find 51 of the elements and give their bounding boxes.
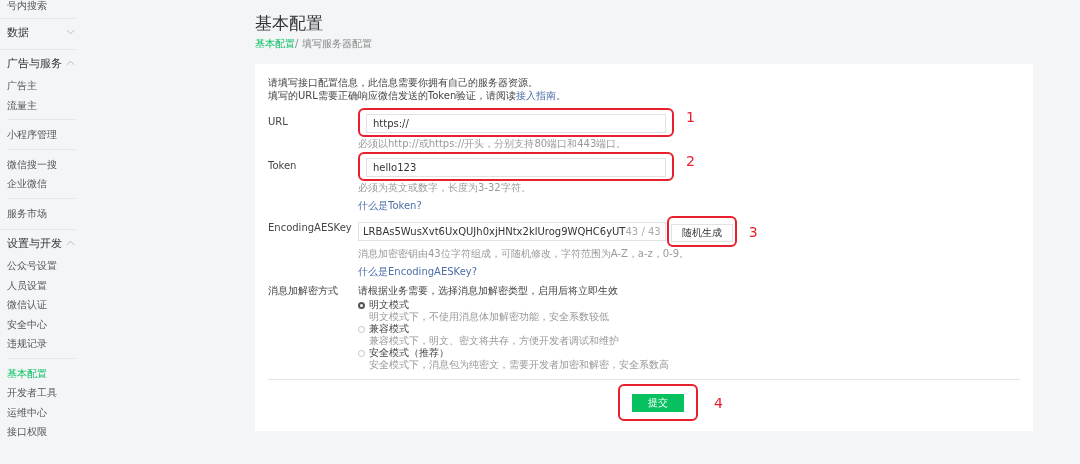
sidebar-group[interactable]: 数据 bbox=[7, 21, 76, 43]
field-label: 消息加解密方式 bbox=[268, 285, 339, 298]
sidebar-item[interactable]: 违规记录 bbox=[7, 334, 76, 354]
field-hint: 消息加密密钥由43位字符组成，可随机修改，字符范围为A-Z，a-z，0-9。 bbox=[358, 248, 691, 260]
text-field[interactable]: hello123 bbox=[366, 158, 666, 177]
annotation-number: 4 bbox=[714, 394, 723, 412]
guide-link[interactable]: 接入指南 bbox=[516, 90, 557, 101]
chevron-icon bbox=[66, 60, 75, 66]
annotation-number: 3 bbox=[748, 222, 758, 241]
option-description: 明文模式下，不使用消息体加解密功能，安全系数较低 bbox=[368, 311, 610, 323]
sidebar-item[interactable]: 服务市场 bbox=[7, 203, 76, 223]
radio-button[interactable] bbox=[358, 301, 365, 309]
sidebar-item[interactable]: 安全中心 bbox=[7, 314, 76, 334]
option-description: 兼容模式下，明文、密文将共存，方便开发者调试和维护 bbox=[368, 335, 620, 347]
annotation-number: 2 bbox=[686, 152, 695, 170]
generate-button[interactable]: 随机生成 bbox=[670, 224, 733, 242]
radio-label[interactable]: 明文模式 bbox=[369, 298, 409, 312]
chevron-icon bbox=[66, 29, 75, 35]
sidebar-group[interactable]: 广告与服务 bbox=[7, 52, 76, 74]
sidebar-item[interactable]: 公众号设置 bbox=[7, 256, 76, 276]
sidebar-item[interactable]: 人员设置 bbox=[7, 275, 76, 295]
help-link[interactable]: 什么是EncodingAESKey? bbox=[358, 266, 478, 278]
field-hint: 必须以http://或https://开头，分别支持80端口和443端口。 bbox=[358, 138, 628, 150]
chevron-icon bbox=[66, 240, 75, 246]
intro-text: 请填写接口配置信息，此信息需要你拥有自己的服务器资源。 bbox=[268, 76, 539, 89]
sidebar-item[interactable]: 小程序管理 bbox=[7, 125, 76, 145]
sidebar-item[interactable]: 广告主 bbox=[7, 76, 76, 96]
help-link[interactable]: 什么是Token? bbox=[358, 200, 422, 212]
page-title: 基本配置 bbox=[255, 12, 324, 34]
radio-label[interactable]: 兼容模式 bbox=[369, 322, 409, 336]
sidebar-item[interactable]: 流量主 bbox=[7, 95, 76, 115]
breadcrumb-current: / 填写服务器配置 bbox=[295, 38, 372, 49]
intro-text: 填写的URL需要正确响应微信发送的Token验证，请阅读接入指南。 bbox=[268, 89, 568, 102]
sidebar-item[interactable]: 号内搜索 bbox=[7, 0, 76, 12]
radio-label[interactable]: 安全模式（推荐） bbox=[369, 346, 449, 360]
key-field[interactable]: LRBAs5WusXvt6UxQUJh0xjHNtx2klUrog9WQHC6yUT43 / 43 bbox=[358, 222, 666, 241]
field-hint: 必须为英文或数字，长度为3-32字符。 bbox=[358, 182, 532, 194]
sidebar-item[interactable]: 开发者工具 bbox=[7, 383, 76, 403]
field-label: URL bbox=[268, 115, 289, 129]
field-label: Token bbox=[268, 159, 298, 173]
text-field[interactable]: https:// bbox=[366, 114, 666, 133]
option-description: 安全模式下，消息包为纯密文，需要开发者加密和解密，安全系数高 bbox=[368, 359, 670, 371]
sidebar-item[interactable]: 微信搜一搜 bbox=[7, 154, 76, 174]
field-label: EncodingAESKey bbox=[268, 221, 353, 235]
sidebar-item[interactable]: 接口权限 bbox=[7, 422, 76, 442]
field-description: 请根据业务需要，选择消息加解密类型，启用后将立即生效 bbox=[358, 285, 619, 297]
sidebar-item[interactable]: 企业微信 bbox=[7, 174, 76, 194]
annotation-number: 1 bbox=[686, 108, 695, 126]
sidebar-item[interactable]: 运维中心 bbox=[7, 402, 76, 422]
sidebar-group[interactable]: 设置与开发 bbox=[7, 232, 76, 254]
sidebar-item[interactable]: 微信认证 bbox=[7, 295, 76, 315]
